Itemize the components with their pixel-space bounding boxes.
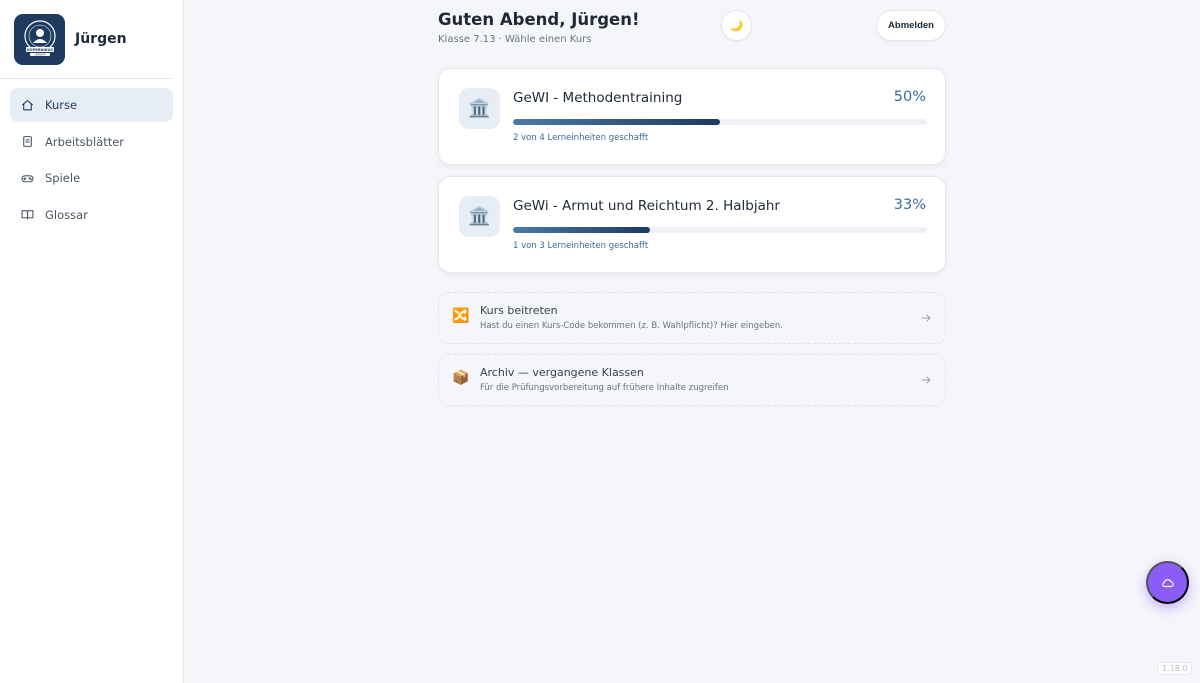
home-icon bbox=[20, 98, 34, 112]
action-subtitle: Für die Prüfungsvorbereitung auf frühere… bbox=[480, 383, 729, 393]
progress-bar bbox=[513, 119, 927, 125]
course-percent: 33% bbox=[893, 197, 926, 213]
progress-fill bbox=[513, 227, 650, 233]
cloud-icon bbox=[1161, 578, 1174, 587]
package-icon: 📦 bbox=[452, 370, 470, 386]
svg-text:KOPERNIKUS: KOPERNIKUS bbox=[26, 48, 53, 52]
course-title: GeWi - Armut und Reichtum 2. Halbjahr bbox=[513, 198, 780, 214]
sidebar-item-glossar[interactable]: Glossar bbox=[10, 198, 173, 232]
brand-header: KOPERNIKUS LERNAPP Jürgen bbox=[0, 0, 173, 79]
sidebar-item-kurse[interactable]: Kurse bbox=[10, 88, 173, 122]
book-icon bbox=[20, 208, 34, 222]
arrow-right-icon bbox=[921, 376, 931, 384]
sidebar-item-spiele[interactable]: Spiele bbox=[10, 161, 173, 195]
action-subtitle: Hast du einen Kurs-Code bekommen (z. B. … bbox=[480, 321, 783, 331]
version-label: 1.18.0 bbox=[1157, 662, 1193, 675]
logout-button[interactable]: Abmelden bbox=[876, 10, 946, 41]
building-icon: 🏛️ bbox=[459, 88, 500, 129]
sidebar: KOPERNIKUS LERNAPP Jürgen Kurse Arbeitsb… bbox=[0, 0, 184, 683]
clipboard-icon bbox=[20, 135, 34, 149]
action-title: Archiv — vergangene Klassen bbox=[480, 366, 644, 379]
course-percent: 50% bbox=[893, 89, 926, 105]
action-title: Kurs beitreten bbox=[480, 304, 558, 317]
shuffle-icon: 🔀 bbox=[452, 308, 470, 324]
archive-button[interactable]: 📦 Archiv — vergangene Klassen Für die Pr… bbox=[438, 354, 946, 406]
course-card[interactable]: 🏛️ GeWi - Armut und Reichtum 2. Halbjahr… bbox=[438, 176, 946, 273]
sidebar-item-label: Glossar bbox=[45, 207, 88, 222]
page-title: Guten Abend, Jürgen! bbox=[438, 10, 640, 29]
course-progress-text: 1 von 3 Lerneinheiten geschafft bbox=[513, 241, 649, 251]
sidebar-nav: Kurse Arbeitsblätter Spiele Glossar bbox=[0, 79, 183, 232]
sidebar-item-arbeitsblaetter[interactable]: Arbeitsblätter bbox=[10, 125, 173, 159]
building-icon: 🏛️ bbox=[459, 196, 500, 237]
cloud-sync-button[interactable] bbox=[1146, 561, 1189, 604]
arrow-right-icon bbox=[921, 314, 931, 322]
join-course-button[interactable]: 🔀 Kurs beitreten Hast du einen Kurs-Code… bbox=[438, 292, 946, 344]
moon-icon: 🌙 bbox=[729, 20, 744, 32]
progress-fill bbox=[513, 119, 720, 125]
course-card[interactable]: 🏛️ GeWI - Methodentraining 50% 2 von 4 L… bbox=[438, 68, 946, 165]
sidebar-item-label: Spiele bbox=[45, 171, 81, 185]
page-subtitle: Klasse 7.13 · Wähle einen Kurs bbox=[438, 34, 592, 45]
svg-text:LERNAPP: LERNAPP bbox=[34, 54, 45, 57]
sidebar-item-label: Kurse bbox=[45, 98, 78, 112]
app-logo[interactable]: KOPERNIKUS LERNAPP bbox=[14, 13, 65, 65]
course-progress-text: 2 von 4 Lerneinheiten geschafft bbox=[513, 133, 649, 143]
progress-bar bbox=[513, 227, 927, 233]
user-name: Jürgen bbox=[75, 31, 127, 47]
course-title: GeWI - Methodentraining bbox=[513, 90, 683, 106]
gamepad-icon bbox=[20, 171, 34, 185]
theme-toggle-button[interactable]: 🌙 bbox=[721, 10, 752, 41]
logo-emblem-icon: KOPERNIKUS LERNAPP bbox=[23, 20, 56, 57]
sidebar-item-label: Arbeitsblätter bbox=[45, 134, 125, 149]
